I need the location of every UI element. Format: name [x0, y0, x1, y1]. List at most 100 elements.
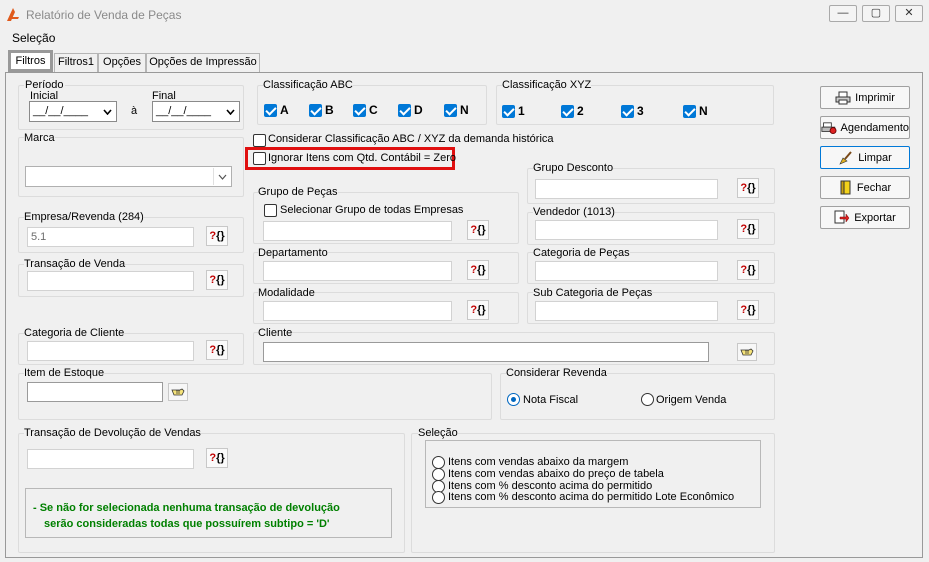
abc-d-label: D: [414, 103, 423, 117]
tab-filtros1[interactable]: Filtros1: [54, 53, 98, 72]
marca-select[interactable]: [25, 166, 232, 187]
xyz-n-checkbox[interactable]: [683, 105, 696, 118]
data-final-value: __/__/____: [156, 105, 212, 117]
selecao-title: Seleção: [418, 427, 458, 439]
data-inicial-input[interactable]: __/__/____: [29, 101, 117, 122]
menu-selecao[interactable]: Seleção: [12, 31, 55, 45]
modalidade-lookup-button[interactable]: ?{}: [467, 300, 489, 320]
origem-venda-radio[interactable]: [641, 393, 654, 406]
fechar-button[interactable]: Fechar: [820, 176, 910, 199]
imprimir-button[interactable]: Imprimir: [820, 86, 910, 109]
xyz-1-checkbox[interactable]: [502, 105, 515, 118]
data-final-input[interactable]: __/__/____: [152, 101, 240, 122]
item-estoque-title: Item de Estoque: [24, 367, 105, 379]
abc-d-checkbox[interactable]: [398, 104, 411, 117]
chevron-down-icon[interactable]: [221, 103, 238, 120]
pointing-hand-icon[interactable]: [737, 343, 757, 361]
selecao-radio-4[interactable]: [432, 491, 445, 504]
considerar-revenda-title: Considerar Revenda: [506, 367, 607, 379]
abc-c-checkbox[interactable]: [353, 104, 366, 117]
transacao-venda-input[interactable]: [27, 271, 194, 291]
limpar-label: Limpar: [858, 151, 892, 164]
nota-fiscal-radio[interactable]: [507, 393, 520, 406]
vendedor-title: Vendedor (1013): [533, 206, 615, 218]
grupo-desconto-input[interactable]: [535, 179, 718, 199]
selecao-label-1: Itens com vendas abaixo da margem: [448, 456, 629, 468]
ignorar-itens-label: Ignorar Itens com Qtd. Contábil = Zero: [268, 152, 457, 164]
agendamento-button[interactable]: Agendamento: [820, 116, 910, 139]
chevron-down-icon[interactable]: [213, 168, 230, 185]
abc-c-label: C: [369, 103, 378, 117]
modalidade-title: Modalidade: [258, 287, 315, 299]
chevron-down-icon[interactable]: [98, 103, 115, 120]
close-button[interactable]: ✕: [895, 5, 923, 22]
categoria-cliente-lookup-button[interactable]: ?{}: [206, 340, 228, 360]
selecionar-grupo-checkbox[interactable]: [264, 204, 277, 217]
categoria-pecas-input[interactable]: [535, 261, 718, 281]
transacao-devolucao-title: Transação de Devolução de Vendas: [24, 427, 201, 439]
abc-a-label: A: [280, 103, 289, 117]
categoria-pecas-title: Categoria de Peças: [533, 247, 630, 259]
tab-opcoes[interactable]: Opções: [98, 53, 146, 72]
subcategoria-pecas-title: Sub Categoria de Peças: [533, 287, 653, 299]
broom-icon: [839, 150, 852, 165]
modalidade-input[interactable]: [263, 301, 452, 321]
maximize-button[interactable]: ▢: [862, 5, 890, 22]
departamento-title: Departamento: [258, 247, 328, 259]
transacao-devolucao-input[interactable]: [27, 449, 194, 469]
item-estoque-input[interactable]: [27, 382, 163, 402]
categoria-cliente-title: Categoria de Cliente: [24, 327, 125, 339]
xyz-3-label: 3: [637, 104, 644, 118]
categoria-pecas-lookup-button[interactable]: ?{}: [737, 260, 759, 280]
categoria-cliente-input[interactable]: [27, 341, 194, 361]
grupo-pecas-input[interactable]: [263, 221, 452, 241]
grupo-desconto-title: Grupo Desconto: [533, 162, 614, 174]
minimize-button[interactable]: —: [829, 5, 857, 22]
empresa-lookup-button[interactable]: ?{}: [206, 226, 228, 246]
subcategoria-pecas-lookup-button[interactable]: ?{}: [737, 300, 759, 320]
grupo-pecas-lookup-button[interactable]: ?{}: [467, 220, 489, 240]
xyz-n-label: N: [699, 104, 708, 118]
classificacao-abc-title: Classificação ABC: [263, 79, 353, 91]
abc-n-checkbox[interactable]: [444, 104, 457, 117]
considerar-classificacao-checkbox[interactable]: [253, 134, 266, 147]
vendedor-lookup-button[interactable]: ?{}: [737, 219, 759, 239]
origem-venda-label: Origem Venda: [656, 394, 727, 406]
tab-opcoes-impressao[interactable]: Opções de Impressão: [146, 53, 260, 72]
abc-n-label: N: [460, 103, 469, 117]
tab-filtros[interactable]: Filtros: [8, 50, 53, 72]
marca-title: Marca: [24, 132, 55, 144]
vendedor-input[interactable]: [535, 220, 718, 240]
printer-icon: [835, 91, 851, 104]
abc-b-checkbox[interactable]: [309, 104, 322, 117]
exportar-button[interactable]: Exportar: [820, 206, 910, 229]
agendamento-label: Agendamento: [840, 121, 910, 134]
limpar-button[interactable]: Limpar: [820, 146, 910, 169]
ignorar-itens-checkbox[interactable]: [253, 152, 266, 165]
devolucao-note-box: - Se não for selecionada nenhuma transaç…: [25, 488, 392, 538]
subcategoria-pecas-input[interactable]: [535, 301, 718, 321]
selecao-label-2: Itens com vendas abaixo do preço de tabe…: [448, 468, 664, 480]
xyz-2-checkbox[interactable]: [561, 105, 574, 118]
selecao-list: Itens com vendas abaixo da margem Itens …: [425, 440, 761, 508]
departamento-input[interactable]: [263, 261, 452, 281]
pointing-hand-icon[interactable]: [168, 383, 188, 401]
xyz-3-checkbox[interactable]: [621, 105, 634, 118]
window-title: Relatório de Venda de Peças: [26, 8, 182, 22]
abc-b-label: B: [325, 103, 334, 117]
exportar-label: Exportar: [854, 211, 896, 224]
exit-door-icon: [840, 180, 851, 195]
cliente-input[interactable]: [263, 342, 709, 362]
transacao-venda-title: Transação de Venda: [24, 258, 126, 270]
abc-a-checkbox[interactable]: [264, 104, 277, 117]
empresa-input[interactable]: 5.1: [27, 227, 194, 247]
transacao-venda-lookup-button[interactable]: ?{}: [206, 270, 228, 290]
xyz-2-label: 2: [577, 104, 584, 118]
grupo-pecas-title: Grupo de Peças: [258, 186, 338, 198]
transacao-devolucao-lookup-button[interactable]: ?{}: [206, 448, 228, 468]
data-inicial-value: __/__/____: [33, 105, 89, 117]
xyz-1-label: 1: [518, 104, 525, 118]
fechar-label: Fechar: [856, 181, 892, 194]
departamento-lookup-button[interactable]: ?{}: [467, 260, 489, 280]
grupo-desconto-lookup-button[interactable]: ?{}: [737, 178, 759, 198]
